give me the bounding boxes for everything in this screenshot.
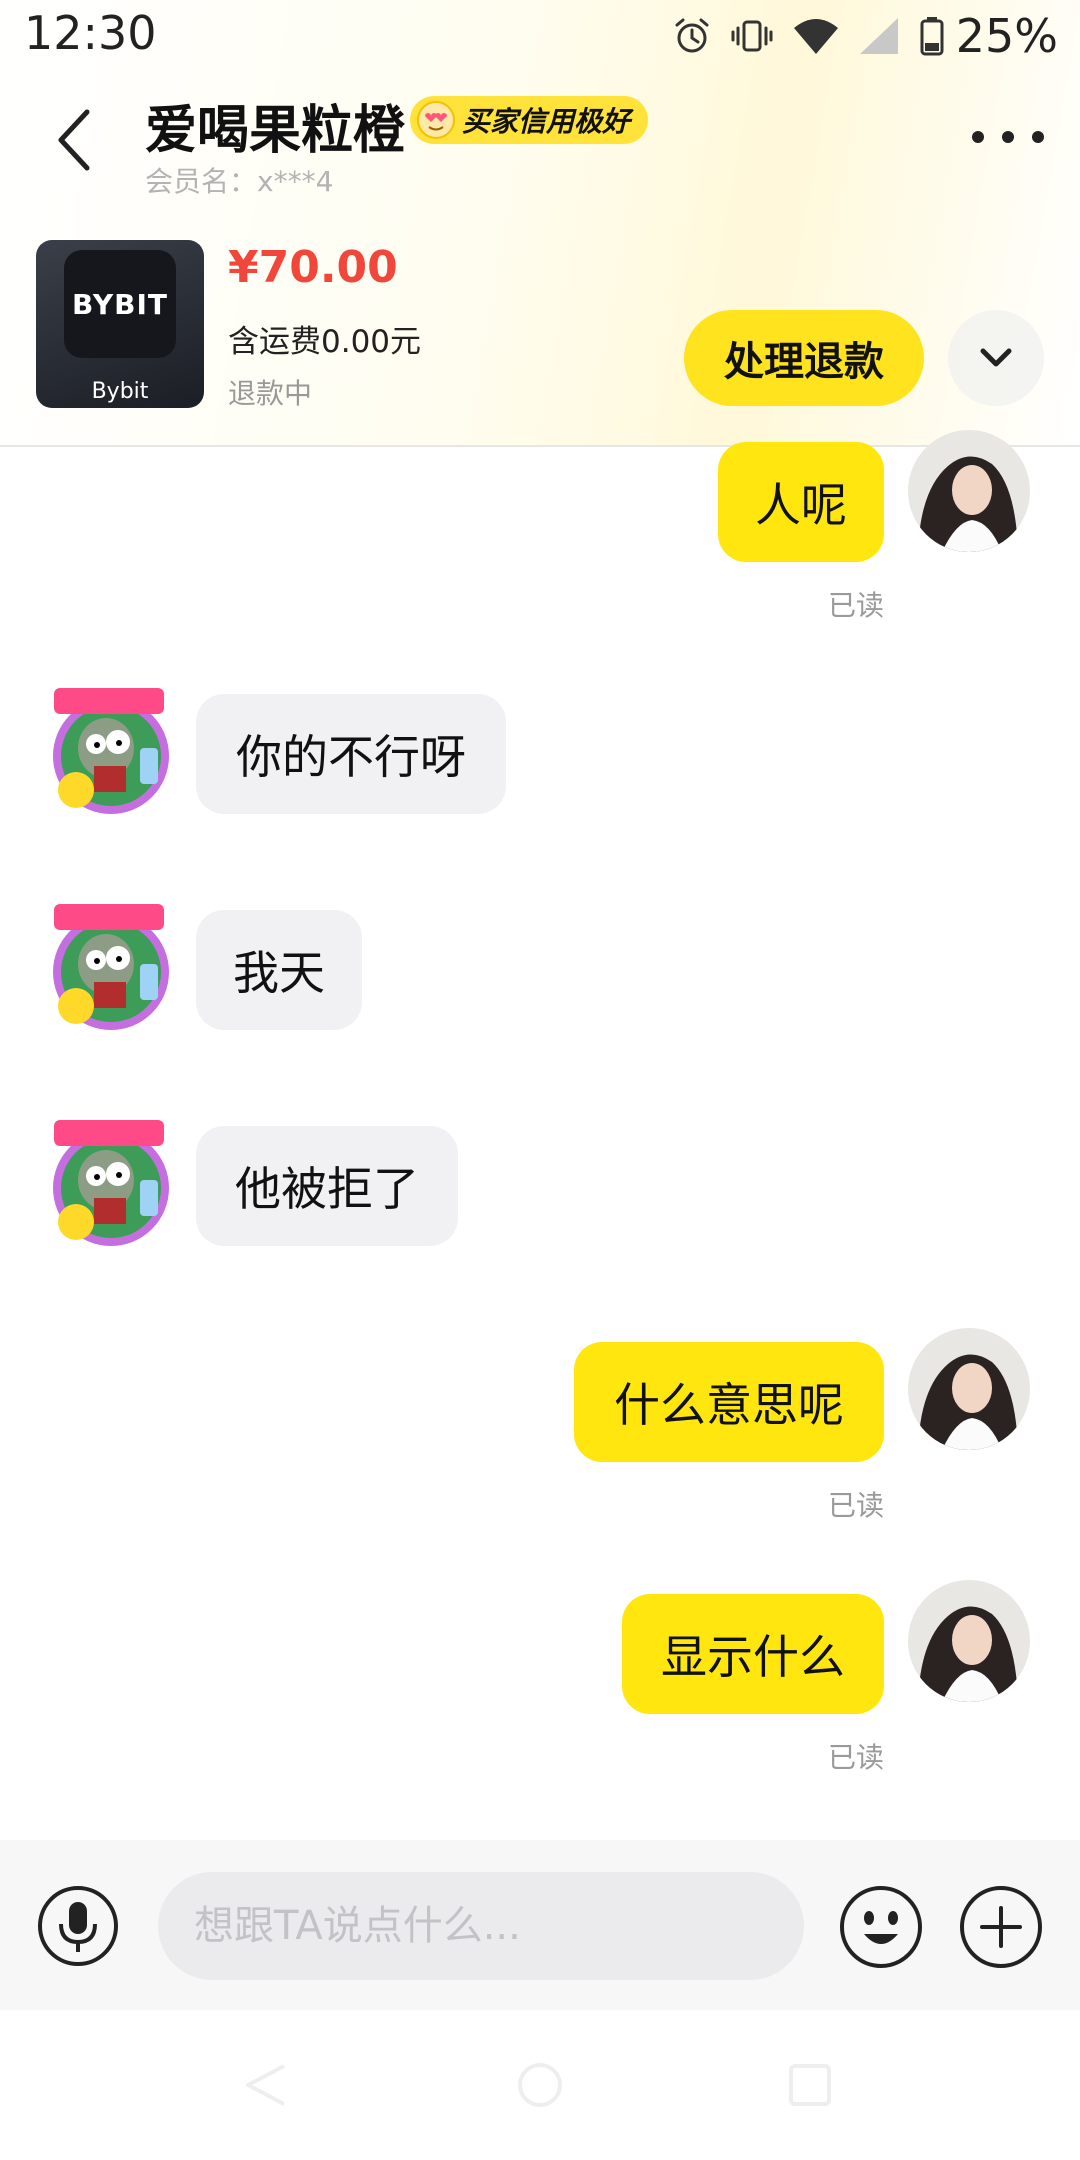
product-logo: BYBIT <box>64 250 176 358</box>
product-price: ¥70.00 <box>228 242 398 293</box>
zombie-sticker-avatar <box>53 1120 169 1246</box>
zombie-sticker-avatar <box>53 688 169 814</box>
alarm-icon <box>675 18 709 53</box>
plus-button[interactable] <box>958 1884 1044 1970</box>
zombie-sticker-avatar <box>53 904 169 1030</box>
message-bubble-incoming[interactable]: 我天 <box>196 910 362 1030</box>
self-avatar[interactable] <box>908 1580 1030 1702</box>
avatar-photo <box>908 1580 1030 1702</box>
product-logo-caption: Bybit <box>91 379 149 404</box>
emoji-button[interactable] <box>838 1884 924 1970</box>
wifi-icon <box>793 19 838 54</box>
nav-home-button[interactable] <box>515 2060 565 2114</box>
product-thumbnail[interactable]: BYBIT Bybit <box>36 240 204 408</box>
smiley-icon <box>840 1886 922 1968</box>
contact-avatar[interactable] <box>36 894 186 1044</box>
avatar-photo <box>908 430 1030 552</box>
back-arrow-icon <box>58 109 90 171</box>
read-receipt: 已读 <box>827 1489 884 1522</box>
system-nav-bar <box>0 2010 1080 2160</box>
self-avatar[interactable] <box>908 1328 1030 1450</box>
nav-recents-icon <box>789 2064 831 2106</box>
plus-icon <box>960 1886 1042 1968</box>
credit-badge: 买家信用极好 <box>410 96 649 144</box>
signal-icon <box>859 18 898 54</box>
message-bubble-incoming[interactable]: 他被拒了 <box>196 1126 458 1246</box>
status-time: 12:30 <box>24 6 157 60</box>
nav-back-button[interactable] <box>240 2060 290 2114</box>
status-bar: 12:30 25% <box>0 0 1080 72</box>
nav-home-icon <box>518 2063 562 2107</box>
contact-avatar[interactable] <box>36 1110 186 1260</box>
message-bubble-outgoing[interactable]: 人呢 <box>718 442 884 562</box>
microphone-icon <box>38 1886 118 1966</box>
contact-name: 爱喝果粒橙 <box>145 101 406 161</box>
read-receipt: 已读 <box>827 589 884 622</box>
more-dots-icon <box>972 131 984 143</box>
handle-refund-button[interactable]: 处理退款 <box>684 310 924 406</box>
refund-status: 退款中 <box>228 377 313 410</box>
status-icons: 25% <box>672 8 1058 64</box>
read-receipt: 已读 <box>827 1741 884 1774</box>
more-button[interactable] <box>972 112 1044 162</box>
message-input[interactable] <box>158 1872 804 1980</box>
contact-avatar[interactable] <box>36 678 186 828</box>
message-bubble-incoming[interactable]: 你的不行呀 <box>196 694 506 814</box>
chat-screen: 12:30 25% 爱喝果粒橙 买家信用极好 会员名：x***4 BYBIT B… <box>0 0 1080 2160</box>
battery-percent: 25% <box>955 9 1058 63</box>
battery-icon <box>920 17 944 56</box>
nav-back-icon <box>246 2064 285 2106</box>
expand-button[interactable] <box>948 310 1044 406</box>
input-bar <box>0 1840 1080 2010</box>
back-button[interactable] <box>40 100 110 180</box>
self-avatar[interactable] <box>908 430 1030 552</box>
vibrate-icon <box>731 20 773 52</box>
chevron-down-icon <box>980 348 1012 367</box>
voice-button[interactable] <box>36 1884 120 1968</box>
member-name: 会员名：x***4 <box>145 165 334 198</box>
heart-eyes-icon <box>417 101 455 139</box>
message-bubble-outgoing[interactable]: 显示什么 <box>622 1594 884 1714</box>
message-bubble-outgoing[interactable]: 什么意思呢 <box>574 1342 884 1462</box>
credit-badge-label: 买家信用极好 <box>462 105 631 138</box>
avatar-photo <box>908 1328 1030 1450</box>
shipping-fee: 含运费0.00元 <box>228 324 422 360</box>
nav-recents-button[interactable] <box>785 2060 835 2114</box>
